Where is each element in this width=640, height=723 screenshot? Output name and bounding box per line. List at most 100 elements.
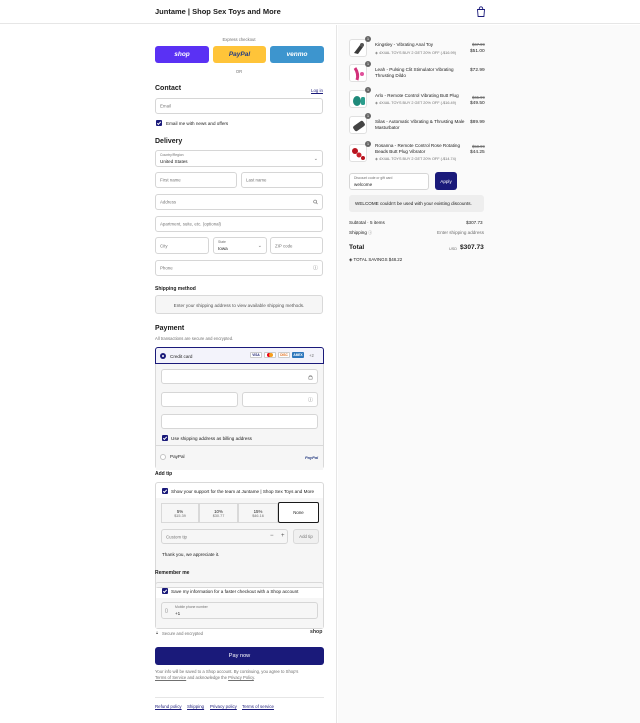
state-label: State: [218, 240, 226, 244]
product-thumbnail: [349, 39, 367, 57]
paypal-label[interactable]: PayPal: [170, 454, 185, 459]
privacy-link[interactable]: Privacy Policy: [228, 675, 254, 680]
state-select[interactable]: State Iowa ⌄: [213, 237, 267, 254]
product-promo: ◈ 4X4AL TOYS BUY 2 GET 20% OFF (-$16.99): [375, 50, 456, 55]
help-icon[interactable]: ⓘ: [308, 396, 313, 403]
phone-field[interactable]: Phone ⓘ: [155, 260, 323, 276]
legal-text-part: and acknowledge the: [187, 675, 227, 680]
discount-label: Discount code or gift card: [354, 176, 393, 180]
amex-icon: AMEX: [292, 352, 304, 358]
payment-methods: Credit card VISA DISC AMEX +2 ⓘ Use ship…: [155, 347, 324, 470]
email-placeholder: Email: [160, 103, 171, 109]
store-title[interactable]: Juntame | Shop Sex Toys and More: [155, 7, 281, 16]
product-name: Kingsley - Vibrating Anal Toy: [375, 42, 434, 47]
product-price: $72.99: [470, 68, 485, 73]
discount-value: welcome: [354, 181, 373, 187]
payment-heading: Payment: [155, 325, 185, 332]
original-price: $58.99: [472, 144, 485, 149]
contact-heading: Contact: [155, 85, 182, 92]
expiration-date-field[interactable]: [161, 392, 238, 407]
or-divider: OR: [235, 69, 243, 74]
security-code-field[interactable]: ⓘ: [242, 392, 318, 407]
credit-card-radio[interactable]: [160, 353, 166, 359]
shopping-bag-icon[interactable]: [476, 6, 486, 17]
privacy-policy-link[interactable]: Privacy policy: [210, 704, 237, 709]
refund-policy-link[interactable]: Refund policy: [155, 704, 182, 709]
product-price: $49.50: [470, 101, 485, 106]
news-label: Email me with news and offers: [166, 121, 229, 126]
tip-option-15[interactable]: 15% $46.16: [238, 503, 278, 523]
visa-icon: VISA: [250, 352, 262, 358]
news-checkbox[interactable]: [156, 120, 162, 126]
remember-box: Save my information for a faster checkou…: [155, 582, 324, 629]
shipping-method-note: Enter your shipping address to view avai…: [173, 303, 305, 308]
payment-subtitle: All transactions are secure and encrypte…: [155, 336, 234, 341]
checkout-form: Express checkout shop PayPal venmo OR Co…: [0, 25, 337, 723]
legal-text-part: Your info will be saved to a Shop accoun…: [155, 669, 299, 674]
address-field[interactable]: Address: [155, 194, 323, 210]
currency-code: USD: [449, 247, 458, 251]
tip-option-10[interactable]: 10% $30.77: [199, 503, 238, 523]
login-link[interactable]: Log in: [311, 88, 323, 93]
tip-heading: Add tip: [155, 471, 173, 477]
first-name-field[interactable]: First name: [155, 172, 237, 188]
help-icon[interactable]: ⓘ: [368, 230, 372, 235]
paypal-express-button[interactable]: PayPal: [213, 46, 266, 63]
original-price: $65.99: [472, 95, 485, 100]
discount-error-box: WELCOME couldn't be used with your exist…: [349, 195, 484, 212]
tip-increment-button[interactable]: +: [281, 533, 285, 539]
legal-text-part: .: [253, 675, 256, 680]
help-icon[interactable]: ⓘ: [313, 265, 318, 272]
tip-decrement-button[interactable]: −: [270, 533, 274, 539]
tip-option-5[interactable]: 5% $15.39: [161, 503, 199, 523]
city-field[interactable]: City: [155, 237, 209, 254]
card-number-field[interactable]: [161, 369, 318, 384]
shipping-method-box: Enter your shipping address to view avai…: [155, 295, 323, 314]
last-name-field[interactable]: Last name: [241, 172, 323, 188]
apply-discount-button[interactable]: Apply: [435, 172, 457, 190]
product-price: $51.00: [470, 49, 485, 54]
mobile-phone-field[interactable]: ▯ Mobile phone number +1: [161, 602, 318, 619]
billing-label: Use shipping address as billing address: [171, 436, 252, 441]
terms-of-service-link[interactable]: Terms of service: [242, 704, 274, 709]
search-icon: [313, 199, 318, 205]
shipping-policy-link[interactable]: Shipping: [187, 704, 204, 709]
product-promo: ◈ 4X4AL TOYS BUY 2 GET 20% OFF (-$16.49): [375, 100, 456, 105]
product-thumbnail: [349, 64, 367, 82]
chevron-down-icon: ⌄: [313, 155, 318, 162]
country-label: Country/Region: [160, 153, 184, 157]
original-price: $67.99: [472, 42, 485, 47]
more-cards-count: +2: [309, 353, 314, 358]
zip-field[interactable]: ZIP code: [270, 237, 323, 254]
add-tip-button[interactable]: Add tip: [293, 529, 319, 544]
name-on-card-field[interactable]: [161, 414, 318, 429]
shipping-label-text: Shipping: [349, 230, 367, 235]
total-label: Total: [349, 244, 365, 251]
save-info-checkbox[interactable]: [162, 588, 168, 594]
paypal-radio[interactable]: [160, 454, 166, 460]
email-field[interactable]: Email: [155, 98, 323, 114]
discount-error: WELCOME couldn't be used with your exist…: [355, 201, 472, 206]
tip-checkbox[interactable]: [162, 488, 168, 494]
lock-icon: 🔒︎: [156, 630, 159, 635]
tip-thanks: Thank you, we appreciate it.: [162, 552, 220, 557]
discount-code-field[interactable]: Discount code or gift card welcome: [349, 173, 429, 190]
credit-card-option[interactable]: Credit card VISA DISC AMEX +2: [155, 347, 324, 364]
mobile-phone-icon: ▯: [165, 608, 168, 614]
delivery-heading: Delivery: [155, 138, 183, 145]
shipping-label: Shipping ⓘ: [349, 230, 372, 236]
save-info-label: Save my information for a faster checkou…: [171, 589, 299, 594]
custom-tip-field[interactable]: Custom tip − +: [161, 529, 288, 544]
product-thumbnail: [349, 144, 367, 162]
billing-checkbox[interactable]: [162, 435, 168, 441]
first-name-placeholder: First name: [160, 177, 181, 183]
shop-pay-button[interactable]: shop: [155, 46, 209, 63]
promo-text: 4X4AL TOYS BUY 2 GET 20% OFF (-$16.99): [378, 51, 457, 55]
state-value: Iowa: [218, 245, 228, 251]
country-select[interactable]: Country/Region United States ⌄: [155, 150, 323, 167]
venmo-button[interactable]: venmo: [270, 46, 324, 63]
terms-link[interactable]: Terms of Service: [155, 675, 186, 680]
apartment-field[interactable]: Apartment, suite, etc. (optional): [155, 216, 323, 232]
pay-now-button[interactable]: Pay now: [155, 647, 324, 665]
tip-option-none[interactable]: None: [278, 502, 319, 523]
